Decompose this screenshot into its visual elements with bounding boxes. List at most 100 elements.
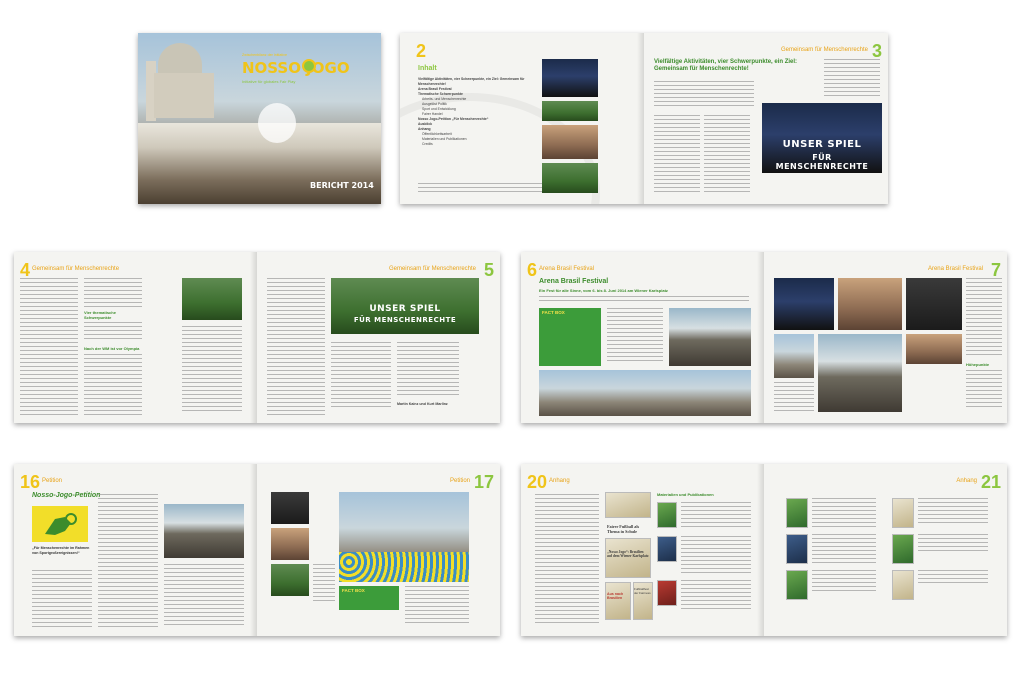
pub-thumb-12[interactable] [892,534,914,564]
spread-p16-17[interactable]: 16 Petition Nosso-Jogo-Petition „Für Men… [14,464,500,636]
pub-thumb-6[interactable] [657,536,677,562]
page6-photo-top [669,308,751,366]
page17-factbox: FACT BOX [339,586,399,610]
toc-photo-3 [542,125,598,159]
factbox-title: FACT BOX [342,588,365,593]
page4-col3 [182,326,242,414]
cover-tagline: Initiative für globales Fair Play [242,79,296,84]
pub-thumb-1[interactable] [605,492,651,518]
page5-col1 [267,278,325,416]
page-5: Gemeinsam für Menschenrechte 5 UNSER SPI… [257,252,500,423]
toc-item[interactable]: Credits [418,142,528,147]
section-head-5: Gemeinsam für Menschenrechte [388,266,476,272]
page4-sub2: Nach der WM ist vor Olympia [84,346,140,351]
page-number-2: 2 [416,41,427,61]
section-head-6: Arena Brasil Festival [539,266,595,272]
page20-col3b [681,536,751,576]
football-icon [302,59,316,73]
page20-col3c [681,580,751,610]
page6-title: Arena Brasil Festival [539,278,609,285]
church-body [154,73,214,118]
page4-col2a [84,278,142,308]
page7-col-right2 [966,370,1002,410]
pub-thumb-11[interactable] [892,498,914,528]
pub-thumb-5[interactable] [657,502,677,528]
factbox-title: FACT BOX [542,310,565,315]
pub-thumb-3[interactable] [605,582,631,620]
page4-col2c [84,354,142,416]
pub-thumb-8[interactable] [786,498,808,528]
page3-banner-line2: FÜR MENSCHENRECHTE [775,153,869,171]
page3-col2 [704,115,750,193]
page17-col2 [405,586,469,626]
pub-thumb-9[interactable] [786,534,808,564]
page-number-6: 6 [527,260,538,280]
raised-fist-icon [45,513,77,535]
page7-photo-4 [774,334,814,378]
page7-col-right [966,278,1002,358]
page17-photo-1 [271,492,309,524]
page17-col1 [313,564,335,604]
page17-photo-2 [271,528,309,560]
pub-title-2: „Nosso Jogo“: Brasilien auf dem Wiener K… [607,550,649,559]
toc-title: Inhalt [418,65,437,72]
page-3: Gemeinsam für Menschenrechte 3 Vielfälti… [644,33,888,204]
section-head-20: Anhang [549,478,570,484]
page21-col2b [918,534,988,554]
pub-thumb-10[interactable] [786,570,808,600]
pub-title-3: Fußballfest der Fairness [634,587,651,595]
page16-col3 [164,564,244,626]
page3-col1 [654,115,700,193]
section-head-7: Arena Brasil Festival [927,266,983,272]
page6-karlsplatz-photo [539,370,751,416]
page16-col2 [98,494,158,628]
page6-factbox: FACT BOX [539,308,601,366]
page-number-20: 20 [527,472,548,492]
cover-brand: NOSSO JOGO [242,59,350,77]
imprint-lines [418,183,548,195]
page7-col1 [774,382,814,412]
page-6: 6 Arena Brasil Festival Arena Brasil Fes… [521,252,764,423]
page21-col1a [812,498,876,528]
toc-photo-2 [542,101,598,121]
spread-p4-5[interactable]: 4 Gemeinsam für Menschenrechte Vier them… [14,252,500,423]
page-7: Arena Brasil Festival 7 Höhepunkte [764,252,1007,423]
page17-karlsplatz-photo [339,492,469,582]
page4-photo [182,278,242,320]
toc-item[interactable]: Vielfältige Aktivitäten, vier Schwerpunk… [418,77,528,87]
page20-col1 [535,494,599,624]
page4-col2b [84,322,142,342]
page-21: Anhang 21 [764,464,1007,636]
page6-sub: Ein Fest für alle Sinne, vom 6. bis 8. J… [539,288,668,293]
page-number-17: 17 [473,472,494,492]
page3-intro [654,81,754,109]
page3-sidebar [824,59,880,99]
pub-thumb-7[interactable] [657,580,677,606]
page5-team-photo: UNSER SPIEL FÜR MENSCHENRECHTE [331,278,479,334]
toc-photo-1 [542,59,598,97]
page3-stage-photo: UNSER SPIEL FÜR MENSCHENRECHTE [762,103,882,173]
section-head-21: Anhang [956,478,977,484]
page5-col3 [397,342,459,398]
page7-photo-2 [838,278,902,330]
page20-col3a [681,502,751,528]
page-17: Petition 17 FACT BOX [257,464,500,636]
pub-thumb-13[interactable] [892,570,914,600]
section-head-16: Petition [42,478,63,484]
spread-p20-21[interactable]: 20 Anhang Fairer Fußball als Thema in Sc… [521,464,1007,636]
page5-signature: Martin Kainz und Kurt Marlinz [397,402,448,406]
page6-intro [539,296,749,304]
page21-col2a [918,498,988,524]
spread-p6-7[interactable]: 6 Arena Brasil Festival Arena Brasil Fes… [521,252,1007,423]
spread-contents[interactable]: 2 Inhalt Vielfältige Aktivitäten, vier S… [400,33,888,204]
page-16: 16 Petition Nosso-Jogo-Petition „Für Men… [14,464,257,636]
spread-cover[interactable]: Zwischenbilanz der Initiative NOSSO JOGO… [138,33,381,204]
page-2: 2 Inhalt Vielfältige Aktivitäten, vier S… [400,33,644,204]
page16-photo [164,504,244,558]
ball-field [339,552,469,582]
toc-list: Vielfältige Aktivitäten, vier Schwerpunk… [418,77,528,147]
toc-photo-4 [542,163,598,193]
page-20: 20 Anhang Fairer Fußball als Thema in Sc… [521,464,764,636]
page16-title: Nosso-Jogo-Petition [32,492,101,499]
page7-photo-1 [774,278,834,330]
